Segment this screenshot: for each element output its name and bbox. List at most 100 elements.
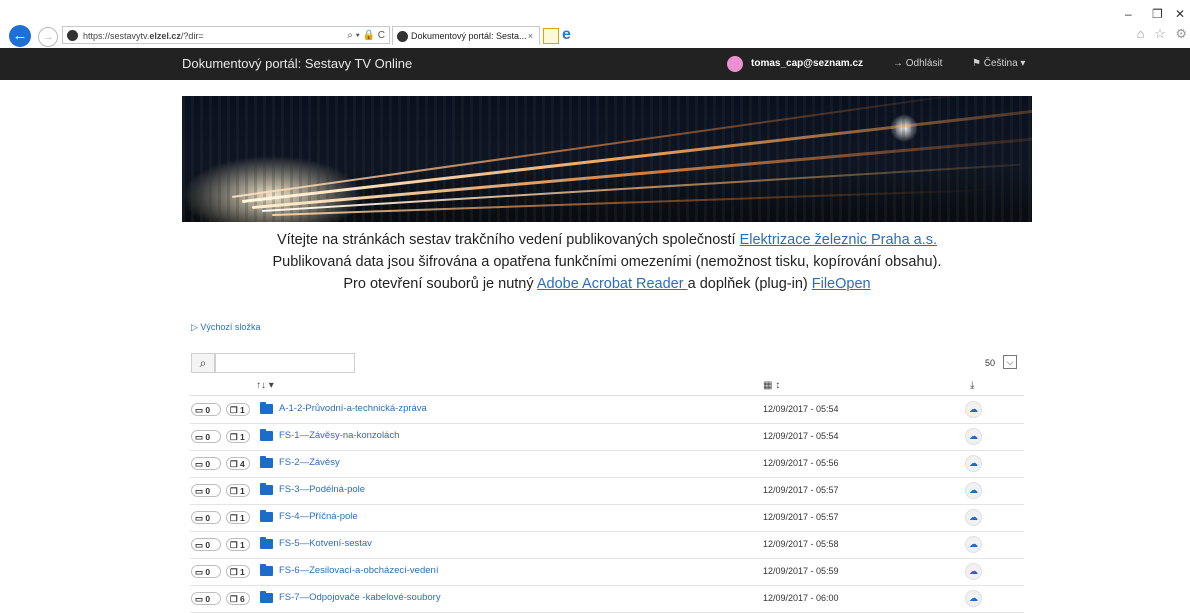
modified-date: 12/09/2017 - 05:54 <box>763 431 839 441</box>
folder-icon <box>260 456 273 468</box>
subfolder-count-badge: ▭ 0 <box>191 430 221 443</box>
subfolder-count-badge: ▭ 0 <box>191 565 221 578</box>
folder-name-link[interactable]: FS-5—Kotvení-sestav <box>279 538 372 549</box>
table-row[interactable]: ▭ 0 ❐ 1 FS-6—Zesilovací-a-obcházecí-vede… <box>190 558 1024 586</box>
subfolder-count-badge: ▭ 0 <box>191 538 221 551</box>
file-count-badge: ❐ 4 <box>226 457 250 470</box>
search-input[interactable] <box>215 353 355 373</box>
subfolder-count-badge: ▭ 0 <box>191 484 221 497</box>
table-row[interactable]: ▭ 0 ❐ 1 FS-3—Podélná-pole 12/09/2017 - 0… <box>190 477 1024 505</box>
subfolder-count-badge: ▭ 0 <box>191 403 221 416</box>
folder-icon <box>260 564 273 576</box>
ezp-link[interactable]: Elektrizace železnic Praha a.s. <box>740 232 937 248</box>
modified-date: 12/09/2017 - 06:00 <box>763 593 839 603</box>
tab-close-icon[interactable]: × <box>528 27 533 45</box>
intro-line-2: Publikovaná data jsou šifrována a opatře… <box>182 254 1032 270</box>
address-tools[interactable]: ⌕ ▾ 🔒 C <box>347 27 385 45</box>
cloud-download-icon[interactable]: ☁ <box>965 482 982 499</box>
cloud-download-icon[interactable]: ☁ <box>965 428 982 445</box>
subfolder-count-badge: ▭ 0 <box>191 457 221 470</box>
file-count-badge: ❐ 1 <box>226 430 250 443</box>
logout-link[interactable]: → Odhlásit <box>893 48 942 80</box>
acrobat-link[interactable]: Adobe Acrobat Reader <box>537 276 688 292</box>
avatar <box>727 56 743 72</box>
browser-tab[interactable]: Dokumentový portál: Sesta... × <box>392 26 540 45</box>
modified-date: 12/09/2017 - 05:56 <box>763 458 839 468</box>
fileopen-link[interactable]: FileOpen <box>812 276 871 292</box>
folder-name-link[interactable]: FS-4—Příčná-pole <box>279 511 358 522</box>
subfolder-count-badge: ▭ 0 <box>191 592 221 605</box>
forward-button[interactable]: → <box>38 27 58 47</box>
folder-name-link[interactable]: FS-6—Zesilovací-a-obcházecí-vedení <box>279 565 438 576</box>
portal-title[interactable]: Dokumentový portál: Sestavy TV Online <box>182 48 412 80</box>
cloud-download-icon[interactable]: ☁ <box>965 509 982 526</box>
url-domain: elzel.cz <box>149 31 181 41</box>
breadcrumb[interactable]: ▷ Výchozí složka <box>191 322 260 333</box>
restore-icon[interactable]: ❐ <box>1152 7 1163 21</box>
folder-icon <box>260 429 273 441</box>
folder-name-link[interactable]: FS-7—Odpojovače -kabelové-soubory <box>279 592 441 603</box>
top-navbar: Dokumentový portál: Sestavy TV Online to… <box>0 48 1190 80</box>
file-count-badge: ❐ 1 <box>226 511 250 524</box>
table-row[interactable]: ▭ 0 ❐ 1 FS-1—Závěsy-na-konzolách 12/09/2… <box>190 423 1024 451</box>
file-count-badge: ❐ 1 <box>226 538 250 551</box>
url-prefix: https://sestavytv. <box>83 31 150 41</box>
ie-logo-icon: e <box>562 26 571 43</box>
language-dropdown[interactable]: ⚑ Čeština ▾ <box>972 48 1025 80</box>
table-header: ↑↓ ▾ ▦ ↕ ⤓ <box>190 378 1024 396</box>
table-row[interactable]: ▭ 0 ❐ 1 FS-4—Příčná-pole 12/09/2017 - 05… <box>190 504 1024 532</box>
cloud-download-icon[interactable]: ☁ <box>965 401 982 418</box>
tab-globe-icon <box>397 31 408 42</box>
folder-icon <box>260 537 273 549</box>
minimize-icon[interactable]: – <box>1125 7 1132 21</box>
new-tab-icon[interactable] <box>543 28 559 44</box>
intro-text-3: Pro otevření souborů je nutný <box>343 276 537 292</box>
intro-line-3: Pro otevření souborů je nutný Adobe Acro… <box>182 276 1032 292</box>
folder-name-link[interactable]: A-1-2-Průvodní-a-technická-zpráva <box>279 403 427 414</box>
intro-line-1: Vítejte na stránkách sestav trakčního ve… <box>182 232 1032 248</box>
folder-icon <box>260 591 273 603</box>
address-bar[interactable]: https://sestavytv.elzel.cz/?dir= ⌕ ▾ 🔒 C <box>62 26 390 44</box>
download-header-icon: ⤓ <box>970 380 975 391</box>
user-email[interactable]: tomas_cap@seznam.cz <box>751 48 863 80</box>
folder-icon <box>260 510 273 522</box>
intro-text-2: Publikovaná data jsou šifrována a opatře… <box>272 254 942 270</box>
modified-date: 12/09/2017 - 05:54 <box>763 404 839 414</box>
table-row[interactable]: ▭ 0 ❐ 6 FS-7—Odpojovače -kabelové-soubor… <box>190 585 1024 613</box>
intro-text-3b: a doplňek (plug-in) <box>687 276 812 292</box>
file-count-badge: ❐ 6 <box>226 592 250 605</box>
browser-chrome: ← → https://sestavytv.elzel.cz/?dir= ⌕ ▾… <box>0 0 1190 47</box>
page-size-value: 50 <box>985 358 996 368</box>
cloud-download-icon[interactable]: ☁ <box>965 455 982 472</box>
close-window-icon[interactable]: ✕ <box>1175 7 1185 21</box>
tab-title: Dokumentový portál: Sesta... <box>411 31 527 41</box>
file-count-badge: ❐ 1 <box>226 565 250 578</box>
subfolder-count-badge: ▭ 0 <box>191 511 221 524</box>
modified-date: 12/09/2017 - 05:58 <box>763 539 839 549</box>
cloud-download-icon[interactable]: ☁ <box>965 563 982 580</box>
table-row[interactable]: ▭ 0 ❐ 1 FS-5—Kotvení-sestav 12/09/2017 -… <box>190 531 1024 559</box>
folder-name-link[interactable]: FS-2—Závěsy <box>279 457 340 468</box>
sort-date-header[interactable]: ▦ ↕ <box>763 380 780 391</box>
modified-date: 12/09/2017 - 05:57 <box>763 512 839 522</box>
url-suffix: /?dir= <box>180 31 204 41</box>
modified-date: 12/09/2017 - 05:59 <box>763 566 839 576</box>
hero-banner-image <box>182 96 1032 222</box>
page-size-dropdown[interactable]: ⌵ <box>1003 355 1017 369</box>
cloud-download-icon[interactable]: ☁ <box>965 590 982 607</box>
back-button[interactable]: ← <box>9 25 31 47</box>
table-row[interactable]: ▭ 0 ❐ 4 FS-2—Závěsy 12/09/2017 - 05:56 ☁ <box>190 450 1024 478</box>
folder-icon <box>260 402 273 414</box>
globe-icon <box>67 30 78 41</box>
folder-icon <box>260 483 273 495</box>
folder-name-link[interactable]: FS-1—Závěsy-na-konzolách <box>279 430 399 441</box>
modified-date: 12/09/2017 - 05:57 <box>763 485 839 495</box>
cloud-download-icon[interactable]: ☁ <box>965 536 982 553</box>
table-row[interactable]: ▭ 0 ❐ 1 A-1-2-Průvodní-a-technická-zpráv… <box>190 396 1024 424</box>
file-count-badge: ❐ 1 <box>226 403 250 416</box>
file-count-badge: ❐ 1 <box>226 484 250 497</box>
favorites-icons[interactable]: ⌂ ☆ ⚙ <box>1137 26 1190 42</box>
folder-name-link[interactable]: FS-3—Podélná-pole <box>279 484 365 495</box>
sort-name-header[interactable]: ↑↓ ▾ <box>256 380 274 391</box>
search-icon[interactable]: ⌕ <box>191 353 215 373</box>
